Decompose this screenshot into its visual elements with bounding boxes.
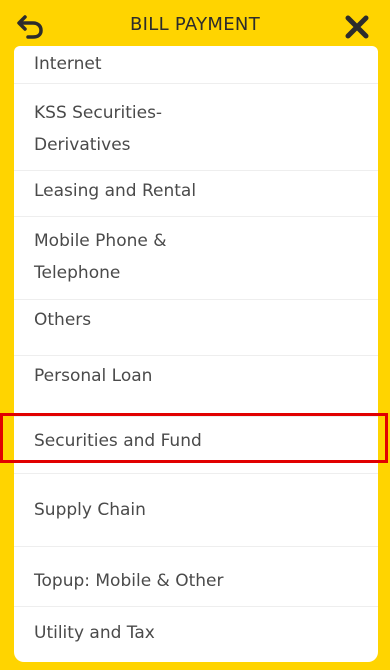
list-item-securities-fund[interactable]: Securities and Fund [14,417,378,474]
list-item-label: Utility and Tax [34,623,155,643]
list-item-label: Personal Loan [34,366,153,386]
list-item-supply-chain[interactable]: Supply Chain [14,474,378,547]
list-item-label: Internet [34,54,102,74]
list-item-label: Securities and Fund [34,431,202,451]
list-item-utility-tax[interactable]: Utility and Tax [14,607,378,662]
page-title: BILL PAYMENT [129,14,260,35]
list-item-label: Supply Chain [34,500,146,520]
close-button[interactable] [338,10,376,44]
back-arrow-icon [17,15,43,39]
list-item-label: Topup: Mobile & Other [34,571,224,591]
list-item-label: Leasing and Rental [34,181,197,201]
list-item-topup-mobile-other[interactable]: Topup: Mobile & Other [14,547,378,607]
app-frame: BILL PAYMENT Internet KSS Securities-Der… [0,0,390,670]
list-item-internet[interactable]: Internet [14,46,378,84]
list-item-mobile-phone-telephone[interactable]: Mobile Phone & Telephone [14,217,378,300]
list-item-others[interactable]: Others [14,300,378,356]
close-x-icon [345,15,369,39]
category-list: Internet KSS Securities-Derivatives Leas… [14,46,378,662]
list-item-leasing-rental[interactable]: Leasing and Rental [14,171,378,217]
list-item-label: Mobile Phone & Telephone [34,231,167,283]
list-item-label: KSS Securities-Derivatives [34,103,163,155]
list-item-label: Others [34,310,92,330]
list-item-personal-loan[interactable]: Personal Loan [14,356,378,417]
list-item-kss-securities-derivatives[interactable]: KSS Securities-Derivatives [14,84,378,171]
back-button[interactable] [12,10,50,44]
